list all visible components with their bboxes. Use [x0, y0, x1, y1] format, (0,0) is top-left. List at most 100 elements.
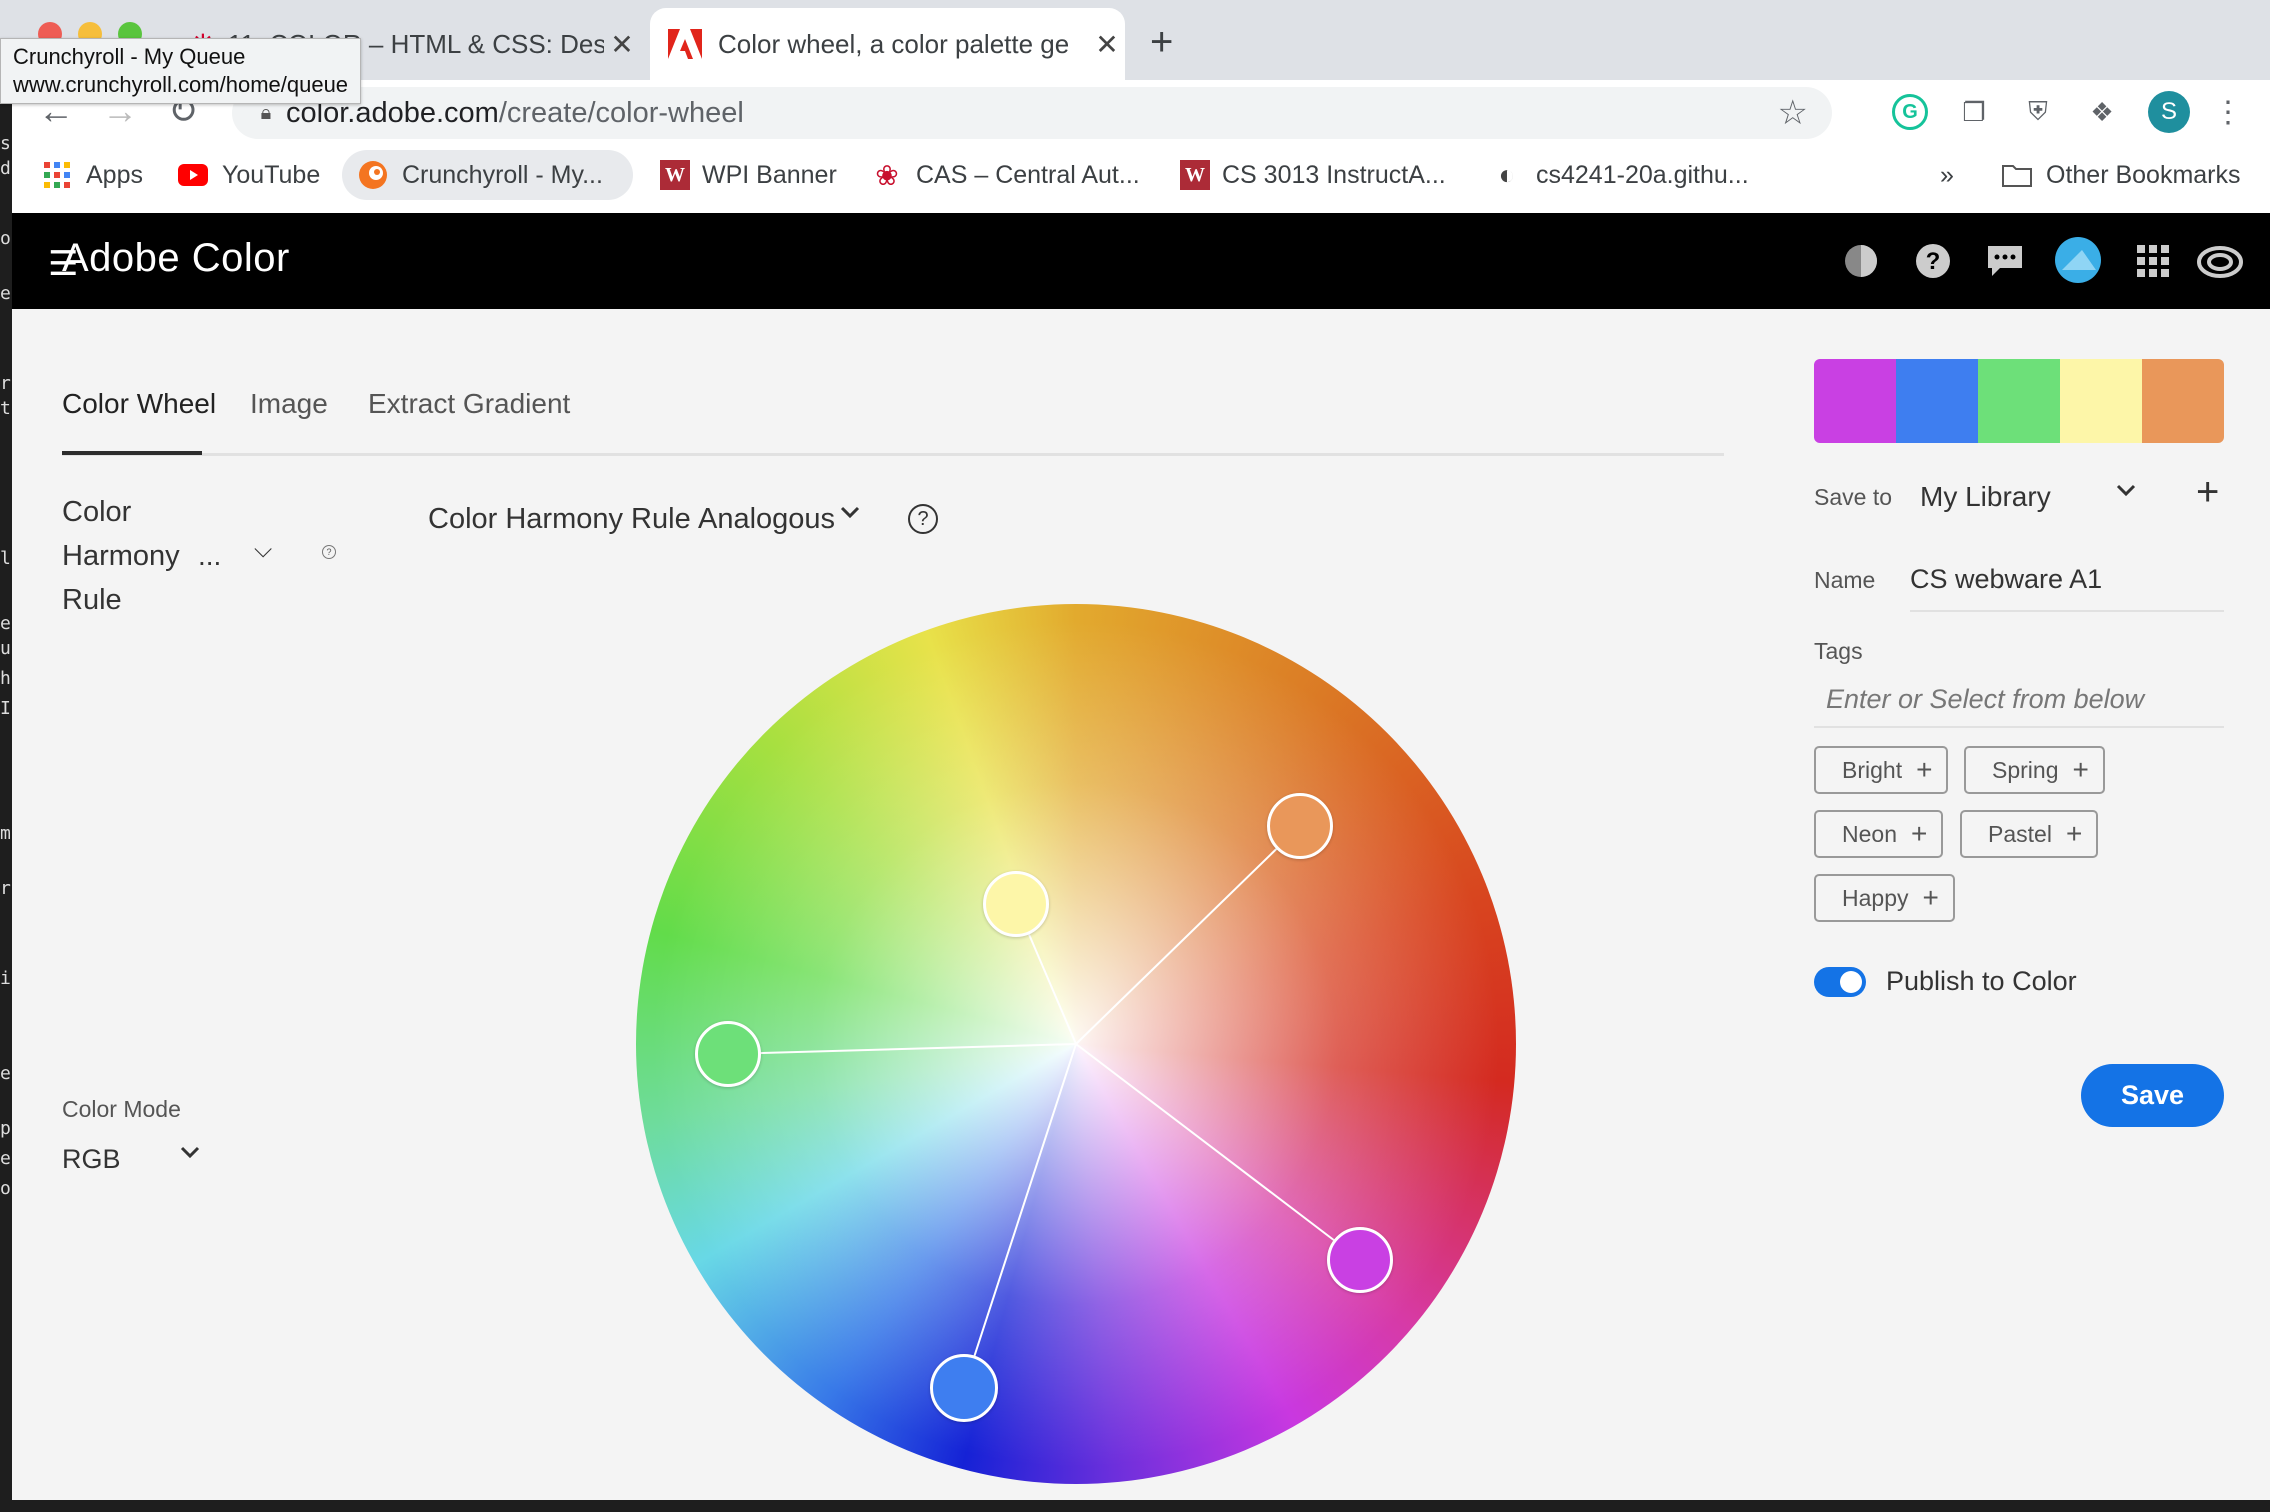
theme-toggle-icon[interactable]: [1842, 242, 1880, 280]
plus-icon: +: [1922, 882, 1939, 913]
address-bar[interactable]: 🔒︎ color.adobe.com/create/color-wheel ☆: [232, 87, 1832, 139]
apps-switcher-icon[interactable]: [2134, 242, 2172, 280]
help-circle-icon[interactable]: ?: [908, 504, 938, 534]
adobe-favicon-icon: [668, 29, 702, 59]
tag-chip-happy[interactable]: Happy +: [1814, 874, 1955, 922]
youtube-icon: [176, 160, 210, 190]
apps-grid-icon: [40, 160, 74, 190]
browser-menu-icon[interactable]: ⋮: [2210, 94, 2246, 130]
profile-avatar[interactable]: S: [2148, 91, 2190, 133]
bookmark-cs4241[interactable]: ◐ cs4241-20a.githu...: [1490, 150, 1749, 200]
tag-chip-pastel[interactable]: Pastel +: [1960, 810, 2099, 858]
palette-swatch[interactable]: [1896, 359, 1978, 443]
tab-image[interactable]: Image: [250, 388, 328, 420]
user-avatar[interactable]: [2054, 236, 2102, 284]
sidebar-harmony-select[interactable]: ...: [198, 540, 221, 572]
wheel-handle-orange[interactable]: [1267, 793, 1333, 859]
bookmark-apps[interactable]: Apps: [40, 150, 143, 200]
chevron-down-icon[interactable]: [2114, 478, 2138, 509]
tag-label: Neon: [1842, 820, 1897, 847]
browser-tab-adobe-color[interactable]: Color wheel, a color palette ge ✕: [650, 8, 1125, 80]
harmony-label-line: Rule: [62, 584, 122, 616]
color-mode-select[interactable]: RGB: [62, 1144, 121, 1175]
color-wheel-saturation-overlay: [636, 604, 1516, 1484]
palette-swatch[interactable]: [2142, 359, 2224, 443]
new-tab-button[interactable]: +: [1150, 20, 1173, 65]
bookmark-label: cs4241-20a.githu...: [1536, 160, 1749, 189]
other-bookmarks[interactable]: Other Bookmarks: [2000, 150, 2241, 200]
url-path: /create/color-wheel: [498, 96, 744, 129]
toggle-knob: [1840, 971, 1862, 993]
bookmark-youtube[interactable]: YouTube: [176, 150, 320, 200]
help-icon[interactable]: ?: [1914, 242, 1952, 280]
bookmark-label: Apps: [86, 160, 143, 189]
bookmark-crunchyroll[interactable]: Crunchyroll - My...: [342, 150, 633, 200]
app-title[interactable]: Adobe Color: [62, 236, 290, 281]
sidebar-harmony-label: Color Harmony Rule: [62, 490, 202, 622]
publish-label: Publish to Color: [1886, 966, 2077, 996]
harmony-rule-label: Color Harmony Rule: [428, 503, 691, 535]
wheel-handle-magenta[interactable]: [1327, 1227, 1393, 1293]
bottom-terminal-strip: [0, 1500, 2270, 1512]
tag-label: Pastel: [1988, 820, 2052, 847]
tabs-divider: [62, 453, 1724, 456]
tag-label: Spring: [1992, 756, 2059, 783]
save-button[interactable]: Save: [2081, 1064, 2224, 1127]
close-tab-icon[interactable]: ✕: [1089, 28, 1125, 61]
globe-icon: ◐: [1498, 159, 1516, 190]
palette-swatch[interactable]: [1978, 359, 2060, 443]
wheel-handle-yellow[interactable]: [983, 871, 1049, 937]
bookmark-wpi-banner[interactable]: W WPI Banner: [660, 150, 837, 200]
crunchyroll-icon: [356, 160, 390, 190]
bookmarks-overflow-icon[interactable]: »: [1940, 150, 1954, 200]
bookmark-cas[interactable]: ❀ CAS – Central Aut...: [870, 150, 1139, 200]
bookmark-label: YouTube: [222, 160, 321, 189]
plus-icon: +: [2065, 818, 2083, 849]
grammarly-icon[interactable]: G: [1892, 94, 1928, 130]
wheel-handle-green[interactable]: [695, 1021, 761, 1087]
bookmark-label: CS 3013 InstructA...: [1222, 160, 1446, 189]
tooltip-title: Crunchyroll - My Queue: [13, 44, 246, 69]
bookmark-label: Other Bookmarks: [2046, 160, 2241, 189]
bookmark-cs3013[interactable]: W CS 3013 InstructA...: [1180, 150, 1446, 200]
feedback-chat-icon[interactable]: [1986, 242, 2024, 280]
wheel-handle-blue[interactable]: [930, 1354, 998, 1422]
plus-icon: +: [1910, 818, 1928, 849]
folder-icon: [2000, 160, 2034, 190]
publish-toggle[interactable]: [1814, 967, 1866, 997]
tags-input[interactable]: Enter or Select from below: [1814, 678, 2224, 728]
wpi-icon: W: [660, 160, 690, 190]
chevron-down-icon[interactable]: [838, 500, 862, 531]
extensions-puzzle-icon[interactable]: ❖: [2084, 94, 2120, 130]
tag-chip-spring[interactable]: Spring +: [1964, 746, 2105, 794]
bookmark-label: Crunchyroll - My...: [402, 160, 603, 189]
save-to-select[interactable]: My Library: [1920, 481, 2051, 513]
tag-label: Bright: [1842, 756, 1903, 783]
cas-icon: ❀: [875, 159, 899, 191]
active-tab-indicator: [62, 451, 202, 455]
add-library-button[interactable]: +: [2196, 470, 2219, 515]
copy-extension-icon[interactable]: ❐: [1956, 94, 1992, 130]
shield-check-icon[interactable]: ⛨: [2020, 94, 2056, 130]
close-tab-icon[interactable]: ✕: [604, 28, 640, 61]
plus-icon: +: [1916, 754, 1933, 785]
harmony-label-line: Color: [62, 496, 132, 528]
creative-cloud-icon[interactable]: [2196, 242, 2244, 280]
plus-icon: +: [2072, 754, 2089, 785]
tooltip-url: www.crunchyroll.com/home/queue: [13, 72, 349, 97]
harmony-label-line: Harmony: [62, 540, 180, 572]
bookmark-star-icon[interactable]: ☆: [1778, 93, 1808, 133]
tab-color-wheel[interactable]: Color Wheel: [62, 388, 216, 420]
chevron-down-icon[interactable]: [178, 1140, 202, 1171]
name-label: Name: [1814, 567, 1876, 593]
harmony-rule-select[interactable]: Analogous: [698, 503, 835, 536]
palette-swatch[interactable]: [2060, 359, 2142, 443]
chevron-down-icon[interactable]: ⌵: [254, 536, 272, 564]
sidebar-help-icon[interactable]: ?: [322, 545, 336, 559]
tag-chip-neon[interactable]: Neon +: [1814, 810, 1944, 858]
theme-name-input[interactable]: CS webware A1: [1910, 556, 2224, 612]
tab-extract-gradient[interactable]: Extract Gradient: [368, 388, 570, 420]
color-mode-label: Color Mode: [62, 1096, 181, 1122]
palette-swatch[interactable]: [1814, 359, 1896, 443]
tag-chip-bright[interactable]: Bright +: [1814, 746, 1949, 794]
